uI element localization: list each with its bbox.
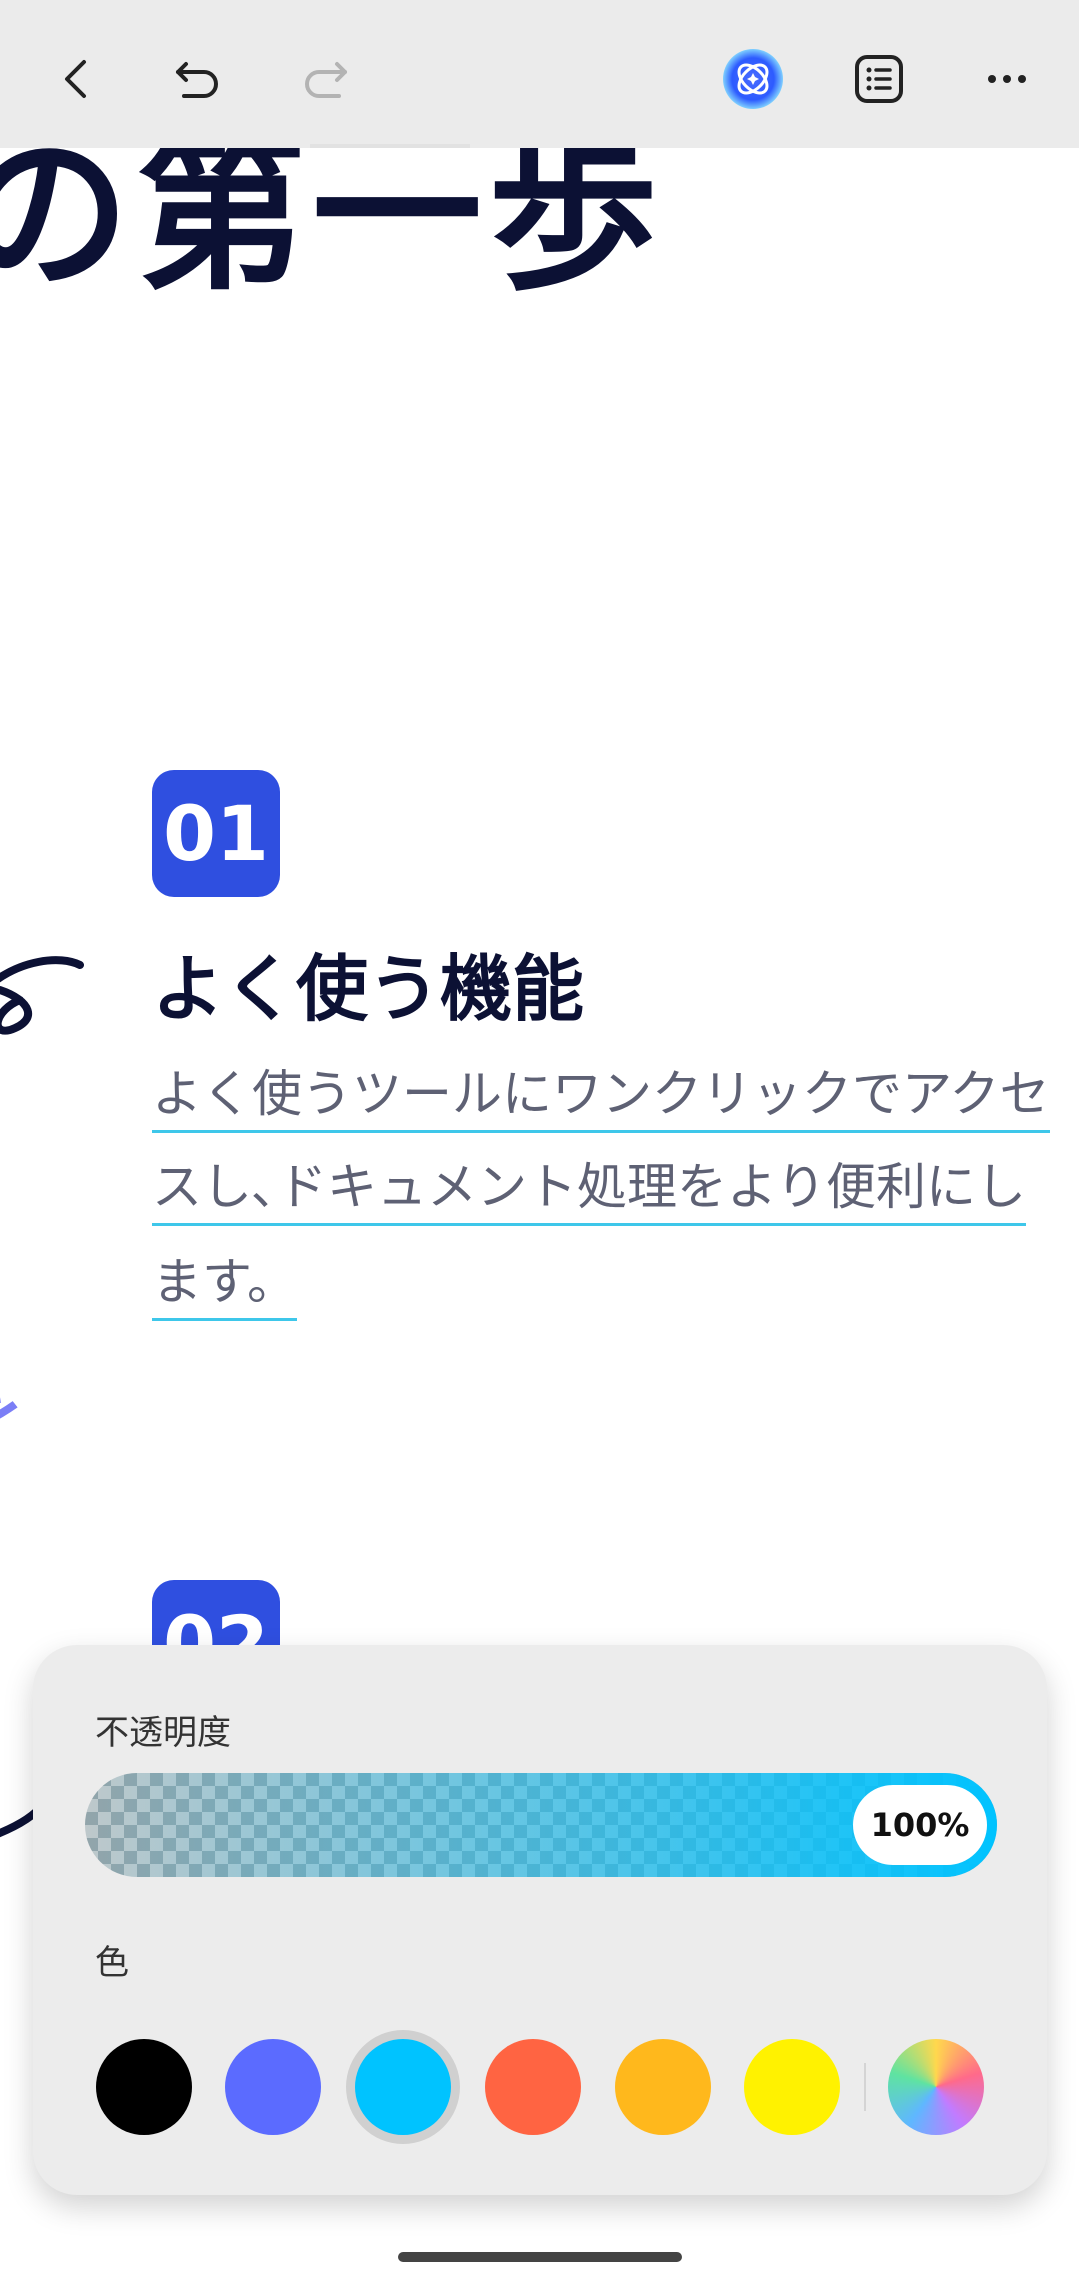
ink-stroke [0, 956, 84, 1035]
color-swatch-orange[interactable] [615, 2039, 711, 2135]
opacity-slider[interactable]: 100% [85, 1773, 997, 1877]
opacity-value-handle[interactable]: 100% [853, 1785, 987, 1865]
back-button[interactable] [32, 34, 122, 124]
pen-settings-panel: 不透明度 100% 色 [33, 1645, 1047, 2195]
color-swatch-cyan[interactable] [355, 2039, 451, 2135]
redo-icon [305, 62, 347, 98]
redo-button[interactable] [280, 34, 370, 124]
highlighted-text-line: よく使うツールにワンクリックでアクセ [152, 1062, 1050, 1133]
ai-assistant-button[interactable] [708, 34, 798, 124]
outline-list-icon [855, 55, 903, 103]
section-number-badge: 01 [152, 770, 280, 897]
more-options-button[interactable] [962, 34, 1052, 124]
opacity-label: 不透明度 [95, 1713, 231, 1753]
highlighted-text-line: スし､ドキュメント処理をより便利にし [152, 1155, 1026, 1226]
more-horizontal-icon [988, 75, 1026, 83]
swatch-divider [864, 2063, 866, 2111]
handwritten-annotation: 秘 [0, 1329, 38, 1499]
color-swatch-yellow[interactable] [744, 2039, 840, 2135]
highlighted-text-line: ます。 [152, 1250, 297, 1321]
outline-button[interactable] [834, 34, 924, 124]
color-label: 色 [95, 1943, 129, 1983]
toolbar-divider [310, 144, 470, 148]
custom-color-button[interactable] [888, 2039, 984, 2135]
color-swatch-red[interactable] [485, 2039, 581, 2135]
ai-assistant-icon [723, 49, 783, 109]
home-indicator [398, 2252, 682, 2262]
section-heading: よく使う機能 [152, 947, 585, 1031]
color-swatch-black[interactable] [96, 2039, 192, 2135]
chevron-left-icon [65, 60, 86, 98]
undo-button[interactable] [153, 34, 243, 124]
top-toolbar [0, 0, 1079, 148]
undo-icon [176, 62, 218, 98]
color-swatch-blue[interactable] [225, 2039, 321, 2135]
